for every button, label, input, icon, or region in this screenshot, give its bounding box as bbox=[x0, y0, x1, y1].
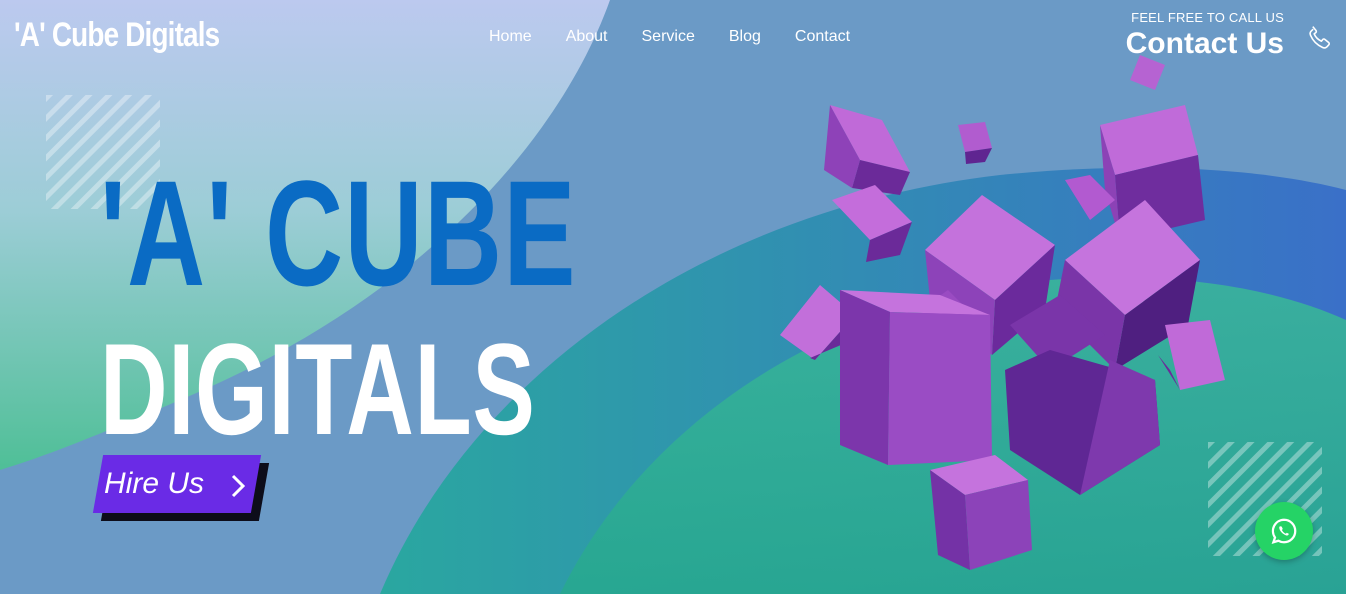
call-tagline: FEEL FREE TO CALL US bbox=[1131, 10, 1284, 25]
nav-about[interactable]: About bbox=[566, 28, 608, 46]
nav-blog[interactable]: Blog bbox=[729, 28, 761, 46]
site-logo[interactable]: 'A' Cube Digitals bbox=[14, 16, 220, 55]
cube bbox=[824, 105, 910, 195]
cube bbox=[840, 290, 992, 465]
cube bbox=[930, 455, 1032, 570]
hire-us-button[interactable]: Hire Us bbox=[92, 455, 270, 521]
hire-us-label: Hire Us bbox=[104, 467, 205, 500]
nav-contact[interactable]: Contact bbox=[795, 28, 850, 46]
cube bbox=[1158, 320, 1225, 390]
whatsapp-icon bbox=[1271, 518, 1297, 544]
nav-service[interactable]: Service bbox=[642, 28, 695, 46]
cube bbox=[958, 122, 992, 164]
hero-title-line2: DIGITALS bbox=[100, 316, 536, 462]
main-nav: Home About Service Blog Contact bbox=[489, 28, 850, 46]
nav-home[interactable]: Home bbox=[489, 28, 532, 46]
phone-icon[interactable] bbox=[1304, 22, 1336, 54]
cubes-illustration bbox=[780, 55, 1225, 570]
hero-section: 'A' Cube Digitals Home About Service Blo… bbox=[0, 0, 1346, 594]
hero-title-line1: 'A' CUBE bbox=[100, 149, 577, 317]
chevron-right-icon bbox=[231, 474, 246, 498]
cube bbox=[1130, 55, 1165, 90]
cube bbox=[832, 185, 912, 262]
whatsapp-button[interactable] bbox=[1255, 502, 1313, 560]
